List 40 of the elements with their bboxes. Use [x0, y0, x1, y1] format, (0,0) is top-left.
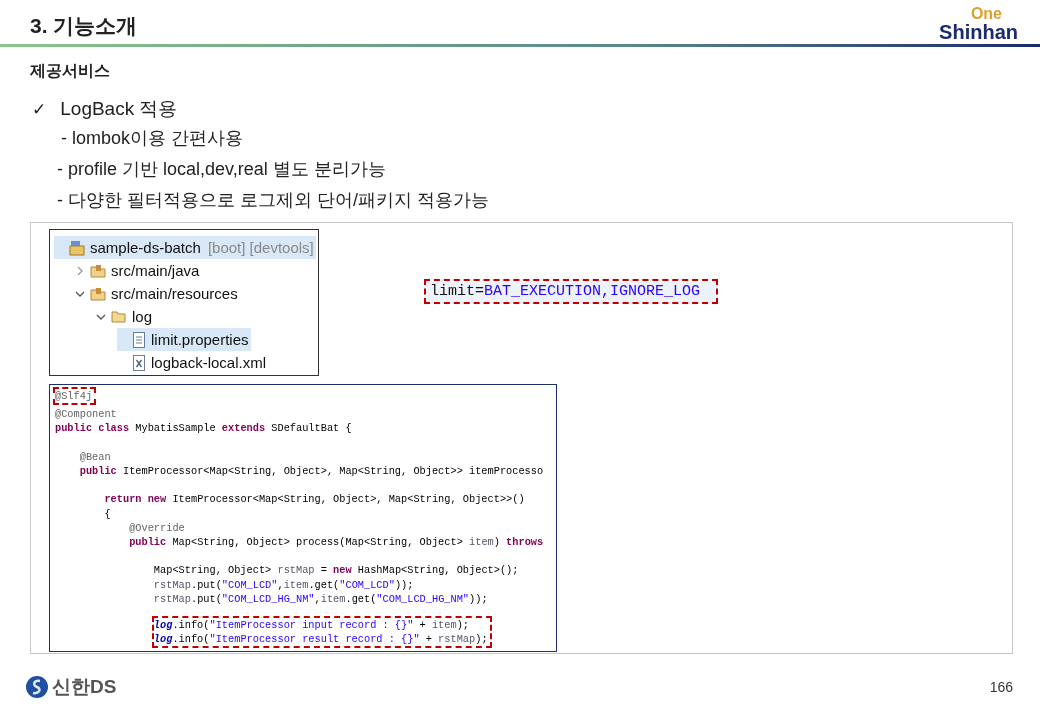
xml-file-icon [132, 354, 146, 371]
section-title: 제공서비스 [29, 61, 111, 81]
code-line: { [103, 506, 112, 521]
code-line: return new ItemProcessor<Map<String, Object>, Map<String, Object>>() [103, 492, 526, 507]
bullet-text: LogBack 적용 [60, 97, 178, 121]
package-folder-icon [90, 262, 106, 279]
code-line: rstMap.put("COM_LCD",item.get("COM_LCD")); [152, 577, 415, 592]
company-logo-text: 신한DS [52, 675, 117, 699]
tree-item[interactable]: limit.properties [117, 328, 251, 351]
tree-item[interactable]: src/main/resources [75, 282, 240, 305]
sub-bullet-text: - profile 기반 local,dev,real 별도 분리가능 [56, 158, 387, 181]
slide-title: 3. 기능소개 [30, 13, 138, 39]
code-line: rstMap.put("COM_LCD_HG_NM",item.get("COM_LCD_HG_NM")); [152, 591, 489, 606]
folder-icon [111, 308, 127, 325]
code-line: Map<String, Object> rstMap = new HashMap<String, Object>(); [152, 563, 520, 578]
page-number: 166 [989, 679, 1013, 695]
sub-bullet-text: - 다양한 필터적용으로 로그제외 단어/패키지 적용가능 [56, 189, 490, 212]
code-line: log.info("ItemProcessor input record : {}" + item); [153, 618, 471, 633]
code-line: log.info("ItemProcessor result record : {}" + rstMap); [153, 632, 488, 647]
code-line: @Override [128, 520, 186, 535]
project-icon [69, 239, 85, 256]
code-line: @Component [55, 407, 118, 422]
logo-text: Shinhan [939, 22, 1018, 42]
package-folder-icon [90, 285, 106, 302]
code-line: @Slf4j [55, 389, 93, 404]
chevron-right-icon[interactable] [75, 265, 85, 276]
sub-bullet-text: - lombok이용 간편사용 [60, 127, 245, 150]
tree-item[interactable]: log [96, 305, 155, 328]
tree-item[interactable]: logback-local.xml [117, 351, 269, 374]
code-line: public ItemProcessor<Map<String, Object>, Map<String, Object>> itemProcesso [78, 464, 544, 479]
logo-text: One [970, 6, 1002, 22]
tree-item[interactable]: sample-ds-batch [boot] [devtools] [54, 236, 316, 259]
tree-item[interactable]: src/main/java [75, 259, 202, 282]
check-mark: ✓ [32, 98, 47, 120]
code-line: public class MybatisSample extends SDefaultBat { [55, 421, 353, 436]
project-tag-text: [boot] [devtools] [207, 239, 314, 256]
text-file-icon [132, 331, 146, 348]
code-line: @Bean [78, 449, 112, 464]
company-logo-icon [25, 675, 49, 699]
code-line: public Map<String, Object> process(Map<String, Object> item) throws [128, 535, 544, 550]
